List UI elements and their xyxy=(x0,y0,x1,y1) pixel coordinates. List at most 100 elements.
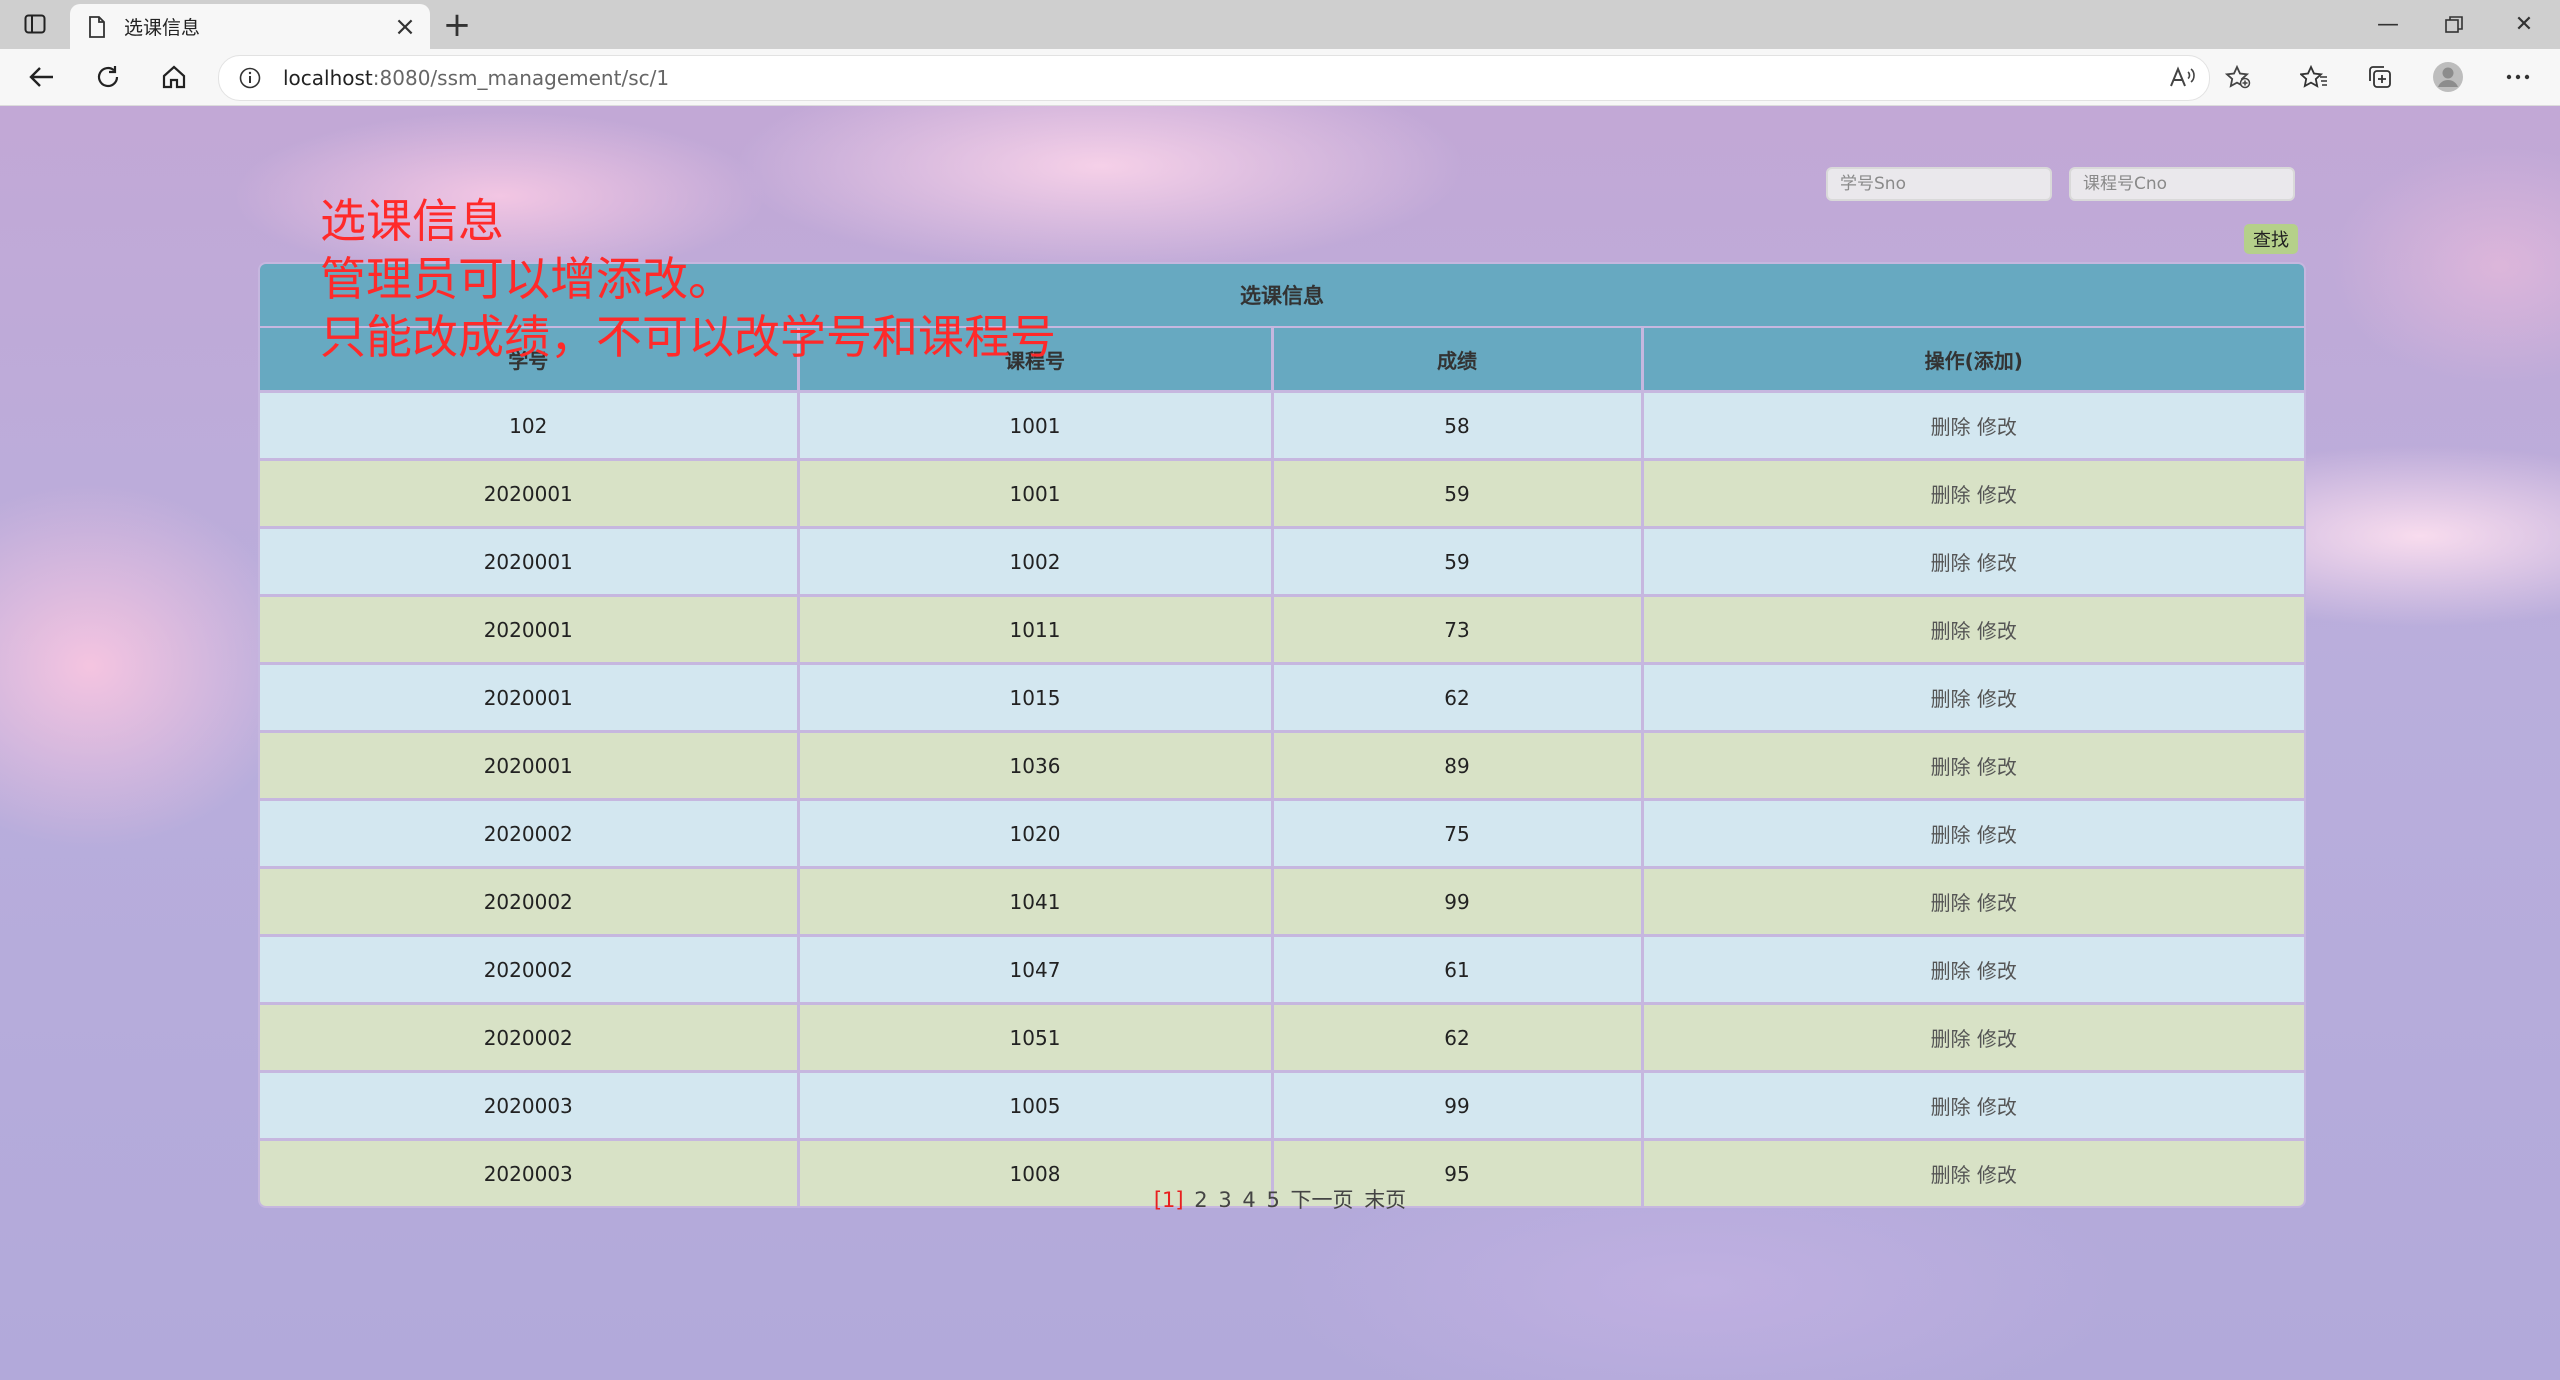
tab-title: 选课信息 xyxy=(124,17,201,39)
cell-actions: 删除 修改 xyxy=(1640,391,2304,461)
edit-link[interactable]: 修改 xyxy=(1977,483,2017,507)
cell-cno: 1051 xyxy=(796,1003,1274,1073)
edit-link[interactable]: 修改 xyxy=(1977,755,2017,779)
close-window-icon[interactable]: ✕ xyxy=(2488,0,2560,49)
header-actions-add[interactable]: 操作(添加) xyxy=(1640,328,2304,393)
close-tab-icon[interactable]: × xyxy=(390,12,420,42)
cell-actions: 删除 修改 xyxy=(1640,527,2304,597)
cell-cno: 1020 xyxy=(796,799,1274,869)
page-3-link[interactable]: 3 xyxy=(1218,1188,1231,1212)
delete-link[interactable]: 删除 xyxy=(1931,823,1971,847)
cell-grade: 62 xyxy=(1270,663,1644,733)
delete-link[interactable]: 删除 xyxy=(1931,687,1971,711)
delete-link[interactable]: 删除 xyxy=(1931,1095,1971,1119)
delete-link[interactable]: 删除 xyxy=(1931,755,1971,779)
cno-search-input[interactable] xyxy=(2069,167,2295,201)
table-row: 2020003 1005 99 删除 修改 xyxy=(260,1071,2304,1141)
page-icon xyxy=(88,14,110,40)
browser-tab[interactable]: 选课信息 × xyxy=(70,4,430,49)
cell-grade: 58 xyxy=(1270,391,1644,461)
add-favorite-icon[interactable] xyxy=(2218,59,2258,95)
edit-link[interactable]: 修改 xyxy=(1977,1095,2017,1119)
delete-link[interactable]: 删除 xyxy=(1931,551,1971,575)
cell-sno: 2020001 xyxy=(260,527,800,597)
edit-link[interactable]: 修改 xyxy=(1977,891,2017,915)
table-row: 2020002 1041 99 删除 修改 xyxy=(260,867,2304,937)
url-path: :8080/ssm_management/sc/1 xyxy=(372,66,670,90)
edit-link[interactable]: 修改 xyxy=(1977,1027,2017,1051)
url-host: localhost xyxy=(283,66,373,90)
new-tab-icon[interactable]: + xyxy=(440,5,474,45)
table-row: 2020002 1051 62 删除 修改 xyxy=(260,1003,2304,1073)
cell-sno: 2020002 xyxy=(260,799,800,869)
site-info-icon[interactable] xyxy=(239,67,265,89)
table-row: 2020001 1015 62 删除 修改 xyxy=(260,663,2304,733)
page-2-link[interactable]: 2 xyxy=(1194,1188,1207,1212)
pagination: [1] 2 3 4 5 下一页 末页 xyxy=(0,1184,2560,1214)
cell-actions: 删除 修改 xyxy=(1640,595,2304,665)
cell-actions: 删除 修改 xyxy=(1640,731,2304,801)
delete-link[interactable]: 删除 xyxy=(1931,483,1971,507)
cell-sno: 2020001 xyxy=(260,595,800,665)
cell-sno: 2020001 xyxy=(260,459,800,529)
table-caption: 选课信息 xyxy=(260,264,2304,328)
edit-link[interactable]: 修改 xyxy=(1977,415,2017,439)
cell-grade: 59 xyxy=(1270,459,1644,529)
header-sno: 学号 xyxy=(260,328,800,393)
table-row: 2020001 1001 59 删除 修改 xyxy=(260,459,2304,529)
cell-actions: 删除 修改 xyxy=(1640,935,2304,1005)
delete-link[interactable]: 删除 xyxy=(1931,891,1971,915)
read-aloud-icon[interactable] xyxy=(2162,59,2202,95)
table-row: 2020002 1020 75 删除 修改 xyxy=(260,799,2304,869)
table-row: 2020001 1036 89 删除 修改 xyxy=(260,731,2304,801)
settings-more-icon[interactable] xyxy=(2498,59,2538,95)
minimize-icon[interactable]: — xyxy=(2352,0,2424,49)
favorites-icon[interactable] xyxy=(2294,59,2334,95)
cell-cno: 1047 xyxy=(796,935,1274,1005)
delete-link[interactable]: 删除 xyxy=(1931,1027,1971,1051)
cell-sno: 2020001 xyxy=(260,731,800,801)
cell-actions: 删除 修改 xyxy=(1640,867,2304,937)
profile-avatar-icon[interactable] xyxy=(2428,59,2468,95)
refresh-icon[interactable] xyxy=(88,59,128,95)
cell-sno: 2020002 xyxy=(260,935,800,1005)
cell-cno: 1041 xyxy=(796,867,1274,937)
page-5-link[interactable]: 5 xyxy=(1266,1188,1279,1212)
header-grade: 成绩 xyxy=(1270,328,1644,393)
edit-link[interactable]: 修改 xyxy=(1977,959,2017,983)
tab-actions-icon[interactable] xyxy=(18,10,52,38)
edit-link[interactable]: 修改 xyxy=(1977,551,2017,575)
cell-actions: 删除 修改 xyxy=(1640,799,2304,869)
restore-icon[interactable] xyxy=(2418,0,2490,49)
cell-grade: 73 xyxy=(1270,595,1644,665)
page-current[interactable]: [1] xyxy=(1154,1188,1184,1212)
cell-grade: 59 xyxy=(1270,527,1644,597)
last-page-link[interactable]: 末页 xyxy=(1364,1188,1406,1212)
home-icon[interactable] xyxy=(154,59,194,95)
cell-cno: 1015 xyxy=(796,663,1274,733)
cell-sno: 2020003 xyxy=(260,1071,800,1141)
cell-sno: 2020001 xyxy=(260,663,800,733)
cell-actions: 删除 修改 xyxy=(1640,1071,2304,1141)
table-row: 2020002 1047 61 删除 修改 xyxy=(260,935,2304,1005)
url-text: localhost:8080/ssm_management/sc/1 xyxy=(283,66,669,90)
edit-link[interactable]: 修改 xyxy=(1977,687,2017,711)
cell-cno: 1001 xyxy=(796,459,1274,529)
next-page-link[interactable]: 下一页 xyxy=(1291,1188,1354,1212)
address-bar[interactable]: localhost:8080/ssm_management/sc/1 xyxy=(218,55,2210,101)
table-row: 102 1001 58 删除 修改 xyxy=(260,391,2304,461)
back-icon[interactable] xyxy=(22,59,62,95)
search-button[interactable]: 查找 xyxy=(2244,224,2298,254)
cell-cno: 1011 xyxy=(796,595,1274,665)
edit-link[interactable]: 修改 xyxy=(1977,823,2017,847)
collections-icon[interactable] xyxy=(2360,59,2400,95)
sno-search-input[interactable] xyxy=(1826,167,2052,201)
delete-link[interactable]: 删除 xyxy=(1931,415,1971,439)
cell-grade: 89 xyxy=(1270,731,1644,801)
delete-link[interactable]: 删除 xyxy=(1931,959,1971,983)
delete-link[interactable]: 删除 xyxy=(1931,619,1971,643)
page-4-link[interactable]: 4 xyxy=(1242,1188,1255,1212)
annotation-line-1: 选课信息 xyxy=(320,194,504,248)
edit-link[interactable]: 修改 xyxy=(1977,619,2017,643)
browser-tab-bar: 选课信息 × + — ✕ xyxy=(0,0,2560,49)
